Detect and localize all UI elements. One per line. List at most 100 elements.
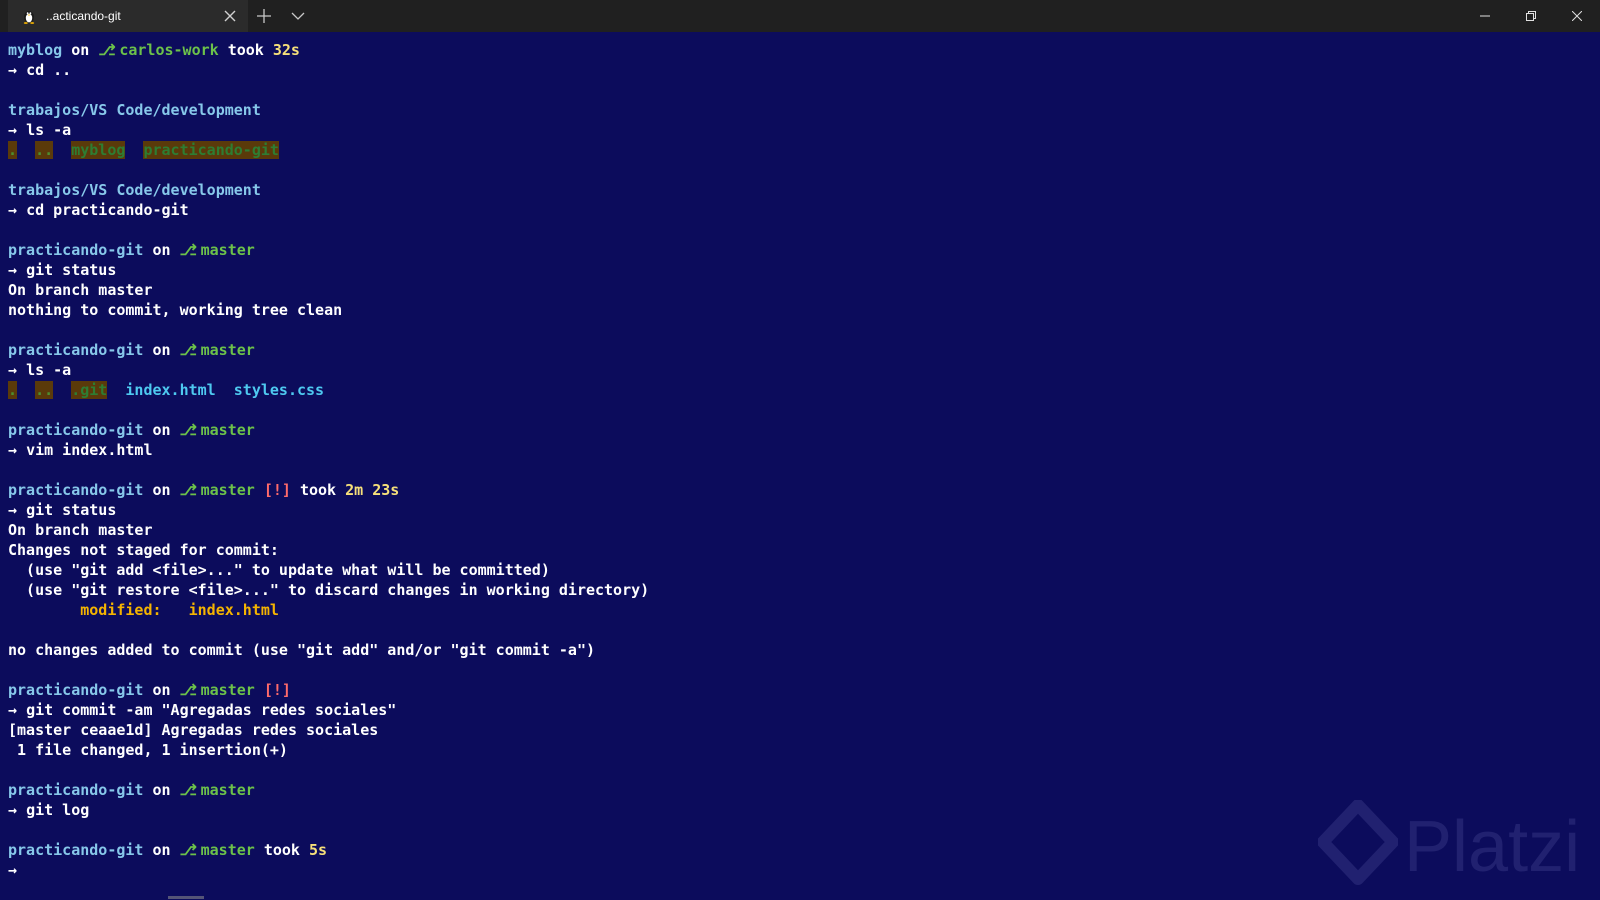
prompt-on: on [143, 681, 180, 699]
prompt-on: on [143, 481, 180, 499]
output-text: [master ceaae1d] Agregadas redes sociale… [8, 721, 379, 739]
prompt-arrow-icon: → [8, 801, 27, 819]
prompt-line: practicando-git on ⎇ master [!] [8, 680, 1588, 700]
prompt-directory: trabajos/VS Code/development [8, 181, 261, 199]
ls-entry: . [8, 381, 18, 399]
command-line: → cd .. [8, 60, 1588, 80]
command-text: vim index.html [26, 441, 153, 459]
close-window-button[interactable] [1554, 0, 1600, 32]
output-line: nothing to commit, working tree clean [8, 300, 1588, 320]
terminal-tab[interactable]: ..acticando-git [8, 0, 248, 32]
output-line: no changes added to commit (use "git add… [8, 640, 1588, 660]
close-icon [1572, 11, 1582, 21]
plus-icon[interactable] [254, 6, 274, 26]
command-line: → git status [8, 500, 1588, 520]
command-text: git status [26, 261, 117, 279]
prompt-directory: practicando-git [8, 481, 144, 499]
platzi-logo-icon [1317, 799, 1399, 885]
prompt-line: myblog on ⎇ carlos-work took 32s [8, 40, 1588, 60]
scrollbar-indicator[interactable] [168, 896, 204, 899]
git-status-flag: [!] [254, 681, 291, 699]
prompt-line: trabajos/VS Code/development [8, 180, 1588, 200]
git-status-flag: [!] [254, 481, 291, 499]
command-text: cd practicando-git [26, 201, 189, 219]
linux-penguin-icon [23, 11, 35, 24]
output-text: On branch master [8, 281, 153, 299]
git-branch-icon: ⎇ [179, 241, 197, 259]
prompt-line: practicando-git on ⎇ master [8, 340, 1588, 360]
git-branch-icon: ⎇ [179, 841, 197, 859]
chevron-down-icon[interactable] [288, 6, 308, 26]
prompt-arrow-icon: → [8, 201, 27, 219]
git-branch-icon: ⎇ [98, 41, 116, 59]
prompt-branch: master [191, 341, 255, 359]
tab-title: ..acticando-git [46, 9, 121, 23]
restore-icon [1526, 11, 1536, 21]
output-text: nothing to commit, working tree clean [8, 301, 343, 319]
prompt-branch: master [191, 241, 255, 259]
prompt-line: practicando-git on ⎇ master [8, 780, 1588, 800]
prompt-branch: master [191, 421, 255, 439]
ls-output: . .. .git index.html styles.css [8, 380, 1588, 400]
output-line: 1 file changed, 1 insertion(+) [8, 740, 1588, 760]
command-line: → ls -a [8, 360, 1588, 380]
prompt-took: took [290, 481, 346, 499]
output-text: 1 file changed, 1 insertion(+) [8, 741, 288, 759]
prompt-on: on [143, 841, 180, 859]
ls-entry: practicando-git [143, 141, 279, 159]
prompt-directory: myblog [8, 41, 63, 59]
ls-entry: .git [71, 381, 108, 399]
command-line: → vim index.html [8, 440, 1588, 460]
prompt-directory: practicando-git [8, 681, 144, 699]
git-branch-icon: ⎇ [179, 481, 197, 499]
output-line: On branch master [8, 280, 1588, 300]
git-branch-icon: ⎇ [179, 341, 197, 359]
prompt-arrow-icon: → [8, 361, 27, 379]
output-line: On branch master [8, 520, 1588, 540]
command-text: git log [26, 801, 90, 819]
watermark-text: Platzi [1404, 807, 1581, 887]
command-duration: 32s [272, 41, 300, 59]
prompt-branch: carlos-work [110, 41, 219, 59]
output-text: (use "git restore <file>..." to discard … [8, 581, 650, 599]
ls-entry: .. [35, 381, 54, 399]
prompt-directory: trabajos/VS Code/development [8, 101, 261, 119]
prompt-arrow-icon: → [8, 261, 27, 279]
prompt-directory: practicando-git [8, 421, 144, 439]
ls-entry: . [8, 141, 18, 159]
output-text: no changes added to commit (use "git add… [8, 641, 595, 659]
close-tab-icon[interactable] [222, 8, 238, 24]
git-branch-icon: ⎇ [179, 681, 197, 699]
prompt-line: trabajos/VS Code/development [8, 100, 1588, 120]
ls-entry: myblog [71, 141, 126, 159]
command-line: → git status [8, 260, 1588, 280]
minimize-button[interactable] [1462, 0, 1508, 32]
output-line: [master ceaae1d] Agregadas redes sociale… [8, 720, 1588, 740]
output-line: (use "git add <file>..." to update what … [8, 560, 1588, 580]
prompt-branch: master [191, 841, 255, 859]
prompt-on: on [143, 781, 180, 799]
prompt-branch: master [191, 481, 255, 499]
command-duration: 5s [309, 841, 328, 859]
command-text: ls -a [26, 121, 72, 139]
command-duration: 2m 23s [345, 481, 400, 499]
prompt-arrow-icon: → [8, 121, 27, 139]
platzi-watermark: Platzi [1317, 799, 1598, 890]
prompt-on: on [143, 341, 180, 359]
ls-entry: .. [35, 141, 54, 159]
prompt-took: took [218, 41, 273, 59]
prompt-arrow-icon: → [8, 501, 27, 519]
restore-button[interactable] [1508, 0, 1554, 32]
output-line: (use "git restore <file>..." to discard … [8, 580, 1588, 600]
prompt-line: practicando-git on ⎇ master [8, 420, 1588, 440]
command-text: cd .. [26, 61, 72, 79]
prompt-arrow-icon: → [8, 441, 27, 459]
prompt-directory: practicando-git [8, 781, 144, 799]
command-line: → git commit -am "Agregadas redes social… [8, 700, 1588, 720]
modified-label: modified: [8, 601, 189, 619]
terminal-output[interactable]: myblog on ⎇ carlos-work took 32s → cd .. t… [8, 40, 1588, 890]
